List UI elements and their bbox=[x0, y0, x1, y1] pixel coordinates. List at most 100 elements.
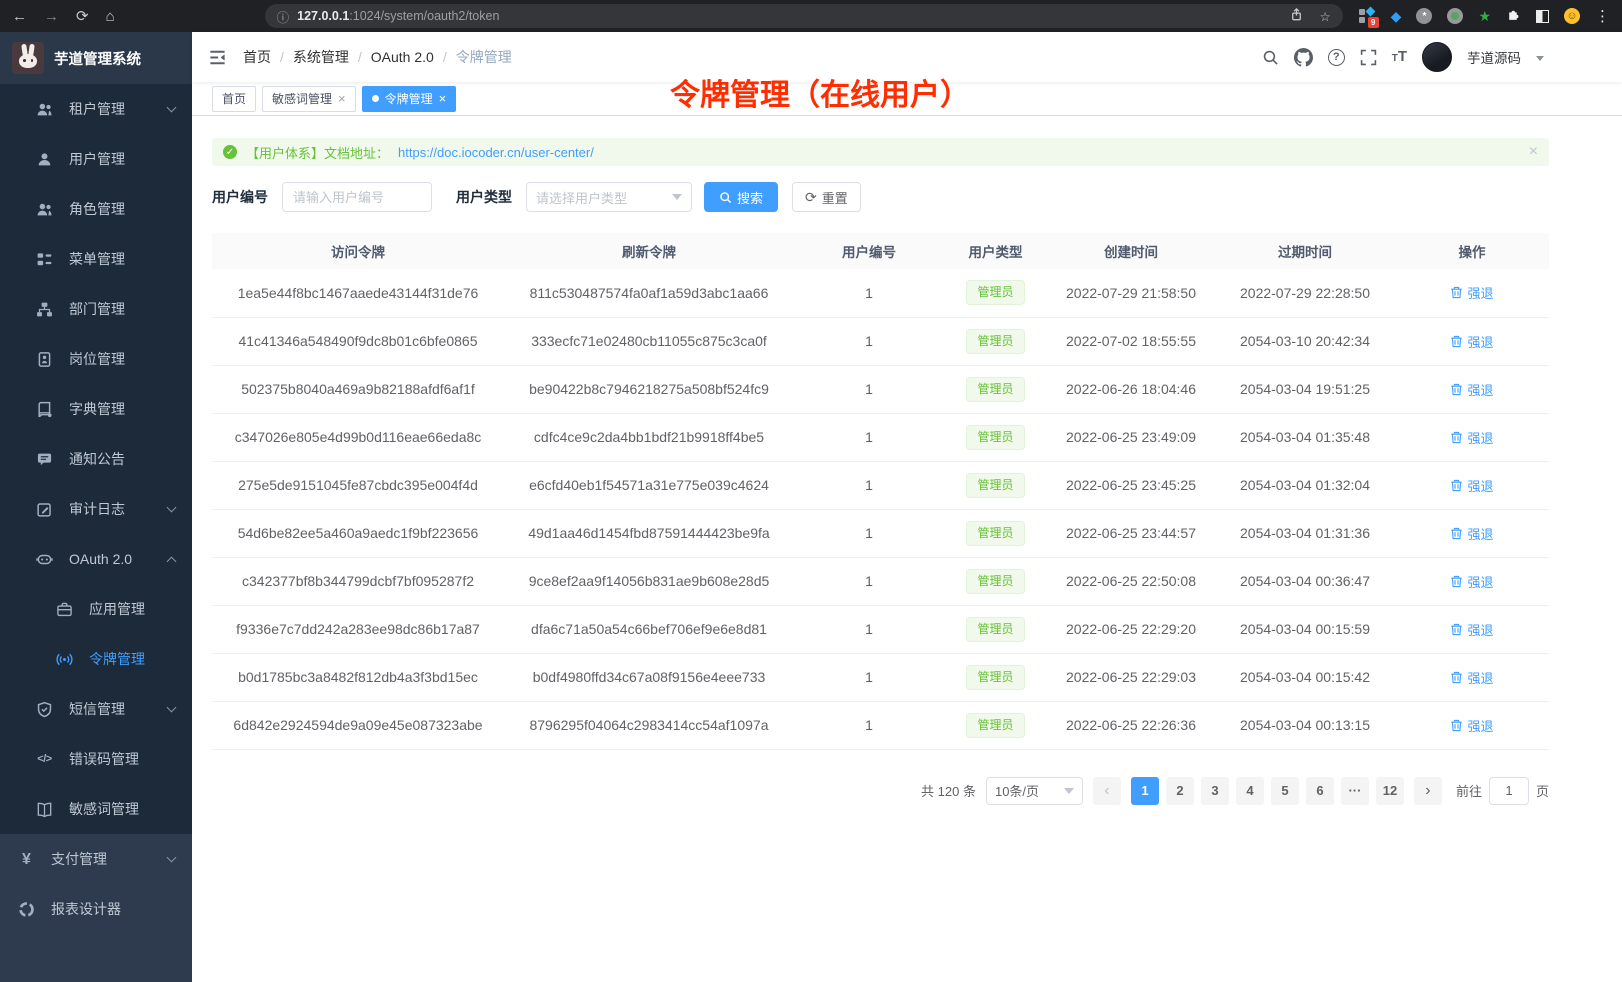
sidebar-item-role[interactable]: 角色管理 bbox=[0, 184, 192, 234]
sidebar-item-oauth2[interactable]: OAuth 2.0 bbox=[0, 534, 192, 584]
user-type-select[interactable]: 请选择用户类型 bbox=[526, 182, 692, 212]
pagination-page[interactable]: 3 bbox=[1201, 777, 1229, 805]
green-star-extension-icon[interactable]: ★ bbox=[1478, 8, 1491, 25]
next-page-button[interactable]: › bbox=[1414, 777, 1442, 805]
force-logout-button[interactable]: 强退 bbox=[1450, 380, 1493, 399]
pagination-page[interactable]: 12 bbox=[1376, 777, 1404, 805]
sidebar-item-oauth2-token[interactable]: 令牌管理 bbox=[0, 634, 192, 684]
gem-extension-icon[interactable]: ◆ bbox=[1391, 8, 1402, 25]
user-id-cell: 1 bbox=[794, 317, 944, 365]
font-size-icon[interactable]: TT bbox=[1392, 48, 1407, 66]
refresh-token-cell: e6cfd40eb1f54571a31e775e039c4624 bbox=[504, 461, 794, 509]
refresh-token-cell: dfa6c71a50a54c66bef706ef9e6e8d81 bbox=[504, 605, 794, 653]
force-logout-button[interactable]: 强退 bbox=[1450, 716, 1493, 735]
emoji-profile-icon[interactable]: ☺ bbox=[1564, 8, 1580, 24]
puzzle-extensions-icon[interactable] bbox=[1506, 6, 1521, 26]
pagination-page[interactable]: 2 bbox=[1166, 777, 1194, 805]
sidebar-item-dept[interactable]: 部门管理 bbox=[0, 284, 192, 334]
sidebar-collapse-icon[interactable] bbox=[208, 48, 227, 67]
pagination-page[interactable]: 4 bbox=[1236, 777, 1264, 805]
gray-extension-icon[interactable]: * bbox=[1416, 8, 1432, 24]
expire-time-cell: 2054-03-10 20:42:34 bbox=[1215, 317, 1395, 365]
sidebar-item-user[interactable]: 用户管理 bbox=[0, 134, 192, 184]
extension-grid-icon[interactable]: 9 bbox=[1359, 8, 1376, 25]
token-table: 访问令牌 刷新令牌 用户编号 用户类型 创建时间 过期时间 操作 1ea5e44… bbox=[212, 233, 1549, 750]
force-logout-button[interactable]: 强退 bbox=[1450, 524, 1493, 543]
breadcrumb-home[interactable]: 首页 bbox=[243, 47, 271, 67]
close-icon[interactable]: × bbox=[439, 92, 447, 105]
force-logout-button[interactable]: 强退 bbox=[1450, 332, 1493, 351]
refresh-token-cell: be90422b8c7946218275a508bf524fc9 bbox=[504, 365, 794, 413]
reset-button[interactable]: ⟳ 重置 bbox=[792, 182, 861, 212]
doc-link[interactable]: https://doc.iocoder.cn/user-center/ bbox=[398, 145, 594, 160]
page-size-select[interactable]: 10条/页 bbox=[986, 777, 1083, 805]
breadcrumb-system[interactable]: 系统管理 bbox=[293, 47, 349, 67]
force-logout-button[interactable]: 强退 bbox=[1450, 572, 1493, 591]
logo-rabbit-image bbox=[12, 42, 44, 74]
table-row: 41c41346a548490f9dc8b01c6bfe0865 333ecfc… bbox=[212, 317, 1549, 365]
refresh-token-cell: cdfc4ce9c2da4bb1bdf21b9918ff4be5 bbox=[504, 413, 794, 461]
pagination-page[interactable]: 1 bbox=[1131, 777, 1159, 805]
chevron-down-icon[interactable] bbox=[1536, 56, 1544, 61]
edit-square-icon bbox=[36, 501, 53, 518]
user-name[interactable]: 芋道源码 bbox=[1467, 47, 1521, 67]
user-id-cell: 1 bbox=[794, 365, 944, 413]
browser-back-icon[interactable]: ← bbox=[12, 9, 27, 24]
browser-home-icon[interactable]: ⌂ bbox=[106, 9, 115, 24]
sidebar-item-post[interactable]: 岗位管理 bbox=[0, 334, 192, 384]
browser-menu-icon[interactable]: ⋮ bbox=[1595, 7, 1610, 25]
force-logout-button[interactable]: 强退 bbox=[1450, 428, 1493, 447]
site-info-icon[interactable]: ⓘ bbox=[277, 7, 290, 26]
close-icon[interactable]: × bbox=[338, 92, 346, 105]
sidebar-item-menu[interactable]: 菜单管理 bbox=[0, 234, 192, 284]
address-bar[interactable]: ⓘ 127.0.0.1:1024/system/oauth2/token ☆ bbox=[265, 4, 1343, 28]
sidebar-item-dict[interactable]: 字典管理 bbox=[0, 384, 192, 434]
sidebar-item-sensitive-word[interactable]: 敏感词管理 bbox=[0, 784, 192, 834]
sidebar-item-notice[interactable]: 通知公告 bbox=[0, 434, 192, 484]
user-id-input[interactable] bbox=[282, 182, 432, 212]
browser-reload-icon[interactable]: ⟳ bbox=[76, 9, 89, 24]
sidebar-item-pay[interactable]: ¥ 支付管理 bbox=[0, 834, 192, 884]
table-row: 1ea5e44f8bc1467aaede43144f31de76 811c530… bbox=[212, 269, 1549, 317]
alert-close-icon[interactable]: × bbox=[1529, 144, 1538, 160]
tab-sensitive-word[interactable]: 敏感词管理× bbox=[262, 86, 356, 112]
sidebar-item-report-designer[interactable]: 报表设计器 bbox=[0, 884, 192, 934]
table-row: 502375b8040a469a9b82188afdf6af1f be90422… bbox=[212, 365, 1549, 413]
browser-forward-icon[interactable]: → bbox=[44, 9, 59, 24]
access-token-cell: 502375b8040a469a9b82188afdf6af1f bbox=[212, 365, 504, 413]
github-icon[interactable] bbox=[1294, 48, 1313, 67]
sidebar-item-oauth2-app[interactable]: 应用管理 bbox=[0, 584, 192, 634]
book-icon bbox=[36, 401, 53, 418]
trash-icon bbox=[1450, 623, 1463, 636]
bookmark-star-icon[interactable]: ☆ bbox=[1319, 9, 1330, 24]
table-row: c342377bf8b344799dcbf7bf095287f2 9ce8ef2… bbox=[212, 557, 1549, 605]
sidebar-item-errorcode[interactable]: </> 错误码管理 bbox=[0, 734, 192, 784]
tab-home[interactable]: 首页 bbox=[212, 86, 256, 112]
sidebar-item-sms[interactable]: 短信管理 bbox=[0, 684, 192, 734]
help-icon[interactable]: ? bbox=[1328, 49, 1345, 66]
table-row: 6d842e2924594de9a09e45e087323abe 8796295… bbox=[212, 701, 1549, 749]
force-logout-button[interactable]: 强退 bbox=[1450, 668, 1493, 687]
pagination-page[interactable]: 5 bbox=[1271, 777, 1299, 805]
user-avatar[interactable] bbox=[1422, 42, 1452, 72]
goto-page-input[interactable] bbox=[1489, 777, 1529, 805]
sidebar-item-tenant[interactable]: 租户管理 bbox=[0, 84, 192, 134]
record-extension-icon[interactable] bbox=[1447, 8, 1463, 24]
share-icon[interactable] bbox=[1289, 7, 1304, 25]
darkmode-extension-icon[interactable] bbox=[1536, 10, 1549, 23]
force-logout-button[interactable]: 强退 bbox=[1450, 620, 1493, 639]
pagination-page[interactable]: ··· bbox=[1341, 777, 1369, 805]
sidebar-item-audit[interactable]: 审计日志 bbox=[0, 484, 192, 534]
app-logo[interactable]: 芋道管理系统 bbox=[0, 32, 192, 84]
force-logout-button[interactable]: 强退 bbox=[1450, 476, 1493, 495]
prev-page-button[interactable]: ‹ bbox=[1093, 777, 1121, 805]
force-logout-button[interactable]: 强退 bbox=[1450, 283, 1493, 302]
pagination-page[interactable]: 6 bbox=[1306, 777, 1334, 805]
breadcrumb-oauth2[interactable]: OAuth 2.0 bbox=[371, 49, 434, 65]
search-icon[interactable] bbox=[1262, 49, 1279, 66]
sidebar-menu: 租户管理 用户管理 角色管理 菜单管理 部门管理 岗位管理 bbox=[0, 84, 192, 834]
search-button[interactable]: 搜索 bbox=[704, 182, 778, 212]
fullscreen-icon[interactable] bbox=[1360, 49, 1377, 66]
trash-icon bbox=[1450, 431, 1463, 444]
tab-token[interactable]: 令牌管理× bbox=[362, 86, 457, 112]
